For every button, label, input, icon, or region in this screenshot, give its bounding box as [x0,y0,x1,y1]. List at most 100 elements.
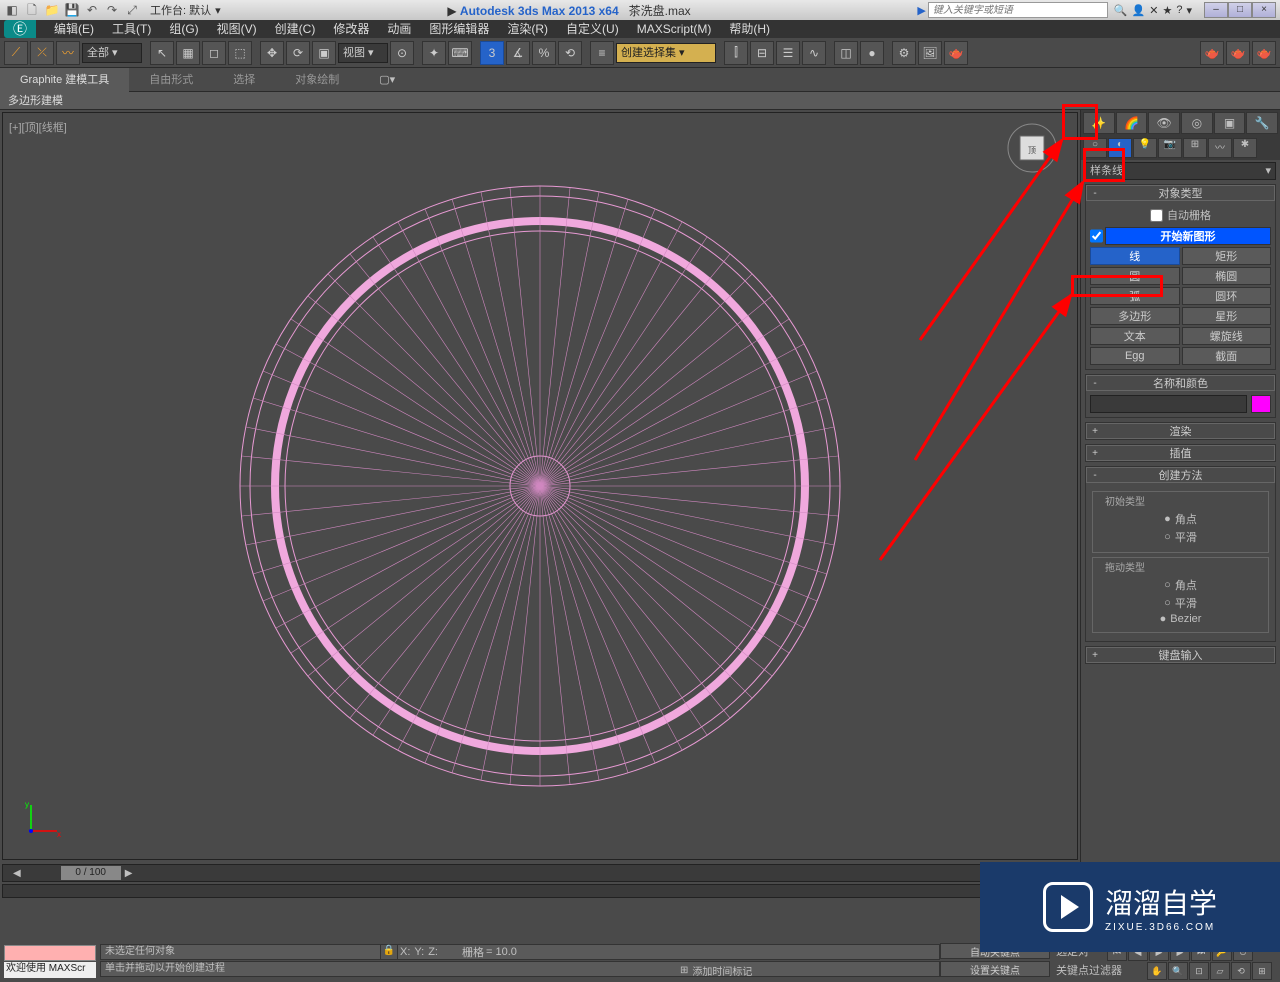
shape-text-button[interactable]: 文本 [1090,327,1180,345]
link-icon[interactable]: ⤢ [124,2,140,18]
align-icon[interactable]: ⊟ [750,41,774,65]
render-icon[interactable]: 🫖 [944,41,968,65]
mirror-icon[interactable]: ⫿ [724,41,748,65]
cat-geometry-icon[interactable]: ○ [1083,138,1107,158]
shape-arc-button[interactable]: 弧 [1090,287,1180,305]
teapot3-icon[interactable]: 🫖 [1252,41,1276,65]
lock-icon[interactable]: 🔒 [380,944,398,960]
nav-orbit-icon[interactable]: ⟲ [1231,962,1251,980]
shape-line-button[interactable]: 线 [1090,247,1180,265]
tab-motion-icon[interactable]: ◎ [1181,112,1213,134]
open-icon[interactable]: 📁 [44,2,60,18]
teapot2-icon[interactable]: 🫖 [1226,41,1250,65]
rotate-icon[interactable]: ⟳ [286,41,310,65]
unlink-icon[interactable]: ⤫ [30,41,54,65]
shape-section-button[interactable]: 截面 [1182,347,1272,365]
named-selset-dropdown[interactable]: 创建选择集 ▾ [616,43,716,63]
rollout-header-createmethod[interactable]: -创建方法 [1086,467,1275,483]
viewport-label[interactable]: [+][顶][线框] [9,119,67,135]
shape-rect-button[interactable]: 矩形 [1182,247,1272,265]
dropdown-icon[interactable]: ▾ [1186,4,1192,17]
menu-customize[interactable]: 自定义(U) [558,20,627,38]
angle-snap-icon[interactable]: ∡ [506,41,530,65]
schematic-icon[interactable]: ◫ [834,41,858,65]
menu-maxscript[interactable]: MAXScript(M) [629,20,720,38]
select-icon[interactable]: ↖ [150,41,174,65]
help-icon[interactable]: ? [1176,4,1182,17]
cat-cameras-icon[interactable]: 📷 [1158,138,1182,158]
maximize-button[interactable]: □ [1228,2,1252,18]
rollout-header-objtype[interactable]: -对象类型 [1086,185,1275,201]
nav-fov-icon[interactable]: ▱ [1210,962,1230,980]
scale-icon[interactable]: ▣ [312,41,336,65]
signin-icon[interactable]: 👤 [1132,4,1146,17]
menu-render[interactable]: 渲染(R) [499,20,556,38]
refcoord-dropdown[interactable]: 视图 ▾ [338,43,388,63]
ribbon-tab-selection[interactable]: 选择 [213,68,275,92]
nav-pan-icon[interactable]: ✋ [1147,962,1167,980]
binoculars-icon[interactable]: 🔍 [1114,4,1128,17]
nav-zoomext-icon[interactable]: ⊡ [1189,962,1209,980]
render-frame-icon[interactable]: 🖼 [918,41,942,65]
render-setup-icon[interactable]: ⚙ [892,41,916,65]
rollout-header-namecolor[interactable]: -名称和颜色 [1086,375,1275,391]
shape-ellipse-button[interactable]: 椭圆 [1182,267,1272,285]
cat-lights-icon[interactable]: 💡 [1133,138,1157,158]
rollout-header-keyboard[interactable]: +键盘输入 [1086,647,1275,663]
select-rect-icon[interactable]: ◻ [202,41,226,65]
drag-smooth-radio[interactable]: ○ 平滑 [1117,594,1244,612]
selection-filter-dropdown[interactable]: 全部 ▾ [82,43,142,63]
ribbon-tab-objectpaint[interactable]: 对象绘制 [275,68,359,92]
cat-spacewarps-icon[interactable]: 〰 [1208,138,1232,158]
rollout-header-interp[interactable]: +插值 [1086,445,1275,461]
select-link-icon[interactable]: ⟋ [4,41,28,65]
ribbon-tab-freeform[interactable]: 自由形式 [129,68,213,92]
undo-icon[interactable]: ↶ [84,2,100,18]
tab-create-icon[interactable]: ✨ [1083,112,1115,134]
menu-help[interactable]: 帮助(H) [721,20,778,38]
shape-donut-button[interactable]: 圆环 [1182,287,1272,305]
favorites-icon[interactable]: ★ [1162,4,1172,17]
keymode-icon[interactable]: ⌨ [448,41,472,65]
start-new-shape-button[interactable]: 开始新图形 [1105,227,1271,245]
ribbon-expand-icon[interactable]: ▢▾ [379,73,395,86]
tab-display-icon[interactable]: ▣ [1214,112,1246,134]
app-menu-icon[interactable]: ◧ [4,2,20,18]
drag-bezier-radio[interactable]: ● Bezier [1117,612,1244,626]
nav-zoom-icon[interactable]: 🔍 [1168,962,1188,980]
tab-hierarchy-icon[interactable]: 👁 [1148,112,1180,134]
move-icon[interactable]: ✥ [260,41,284,65]
menu-create[interactable]: 创建(C) [267,20,324,38]
ribbon-subpanel-label[interactable]: 多边形建模 [0,92,1280,110]
nav-maxtoggle-icon[interactable]: ⊞ [1252,962,1272,980]
bind-spacewarp-icon[interactable]: 〰 [56,41,80,65]
object-name-input[interactable] [1090,395,1247,413]
layers-icon[interactable]: ☰ [776,41,800,65]
shape-star-button[interactable]: 星形 [1182,307,1272,325]
viewcube[interactable]: 顶 [1007,123,1057,173]
shape-egg-button[interactable]: Egg [1090,347,1180,365]
search-input[interactable] [928,2,1108,18]
teapot1-icon[interactable]: 🫖 [1200,41,1224,65]
menu-animation[interactable]: 动画 [379,20,419,38]
rollout-header-render[interactable]: +渲染 [1086,423,1275,439]
menu-edit[interactable]: 编辑(E) [46,20,102,38]
minimize-button[interactable]: – [1204,2,1228,18]
app-logo-icon[interactable]: Ⓔ [4,20,36,38]
spinner-snap-icon[interactable]: ⟲ [558,41,582,65]
redo-icon[interactable]: ↷ [104,2,120,18]
close-button[interactable]: × [1252,2,1276,18]
autogrid-checkbox[interactable]: 自动栅格 [1090,205,1271,225]
workspace-dropdown[interactable]: 工作台: 默认 [150,2,211,18]
select-manip-icon[interactable]: ✦ [422,41,446,65]
initial-smooth-radio[interactable]: ○ 平滑 [1117,528,1244,546]
object-color-swatch[interactable] [1251,395,1271,413]
setkey-button[interactable]: 设置关键点 [940,961,1050,977]
curve-editor-icon[interactable]: ∿ [802,41,826,65]
tab-modify-icon[interactable]: 🌈 [1116,112,1148,134]
pivot-icon[interactable]: ⊙ [390,41,414,65]
menu-group[interactable]: 组(G) [161,20,206,38]
create-type-dropdown[interactable]: 样条线▾ [1085,162,1276,180]
menu-modifiers[interactable]: 修改器 [325,20,377,38]
shape-circle-button[interactable]: 圆 [1090,267,1180,285]
